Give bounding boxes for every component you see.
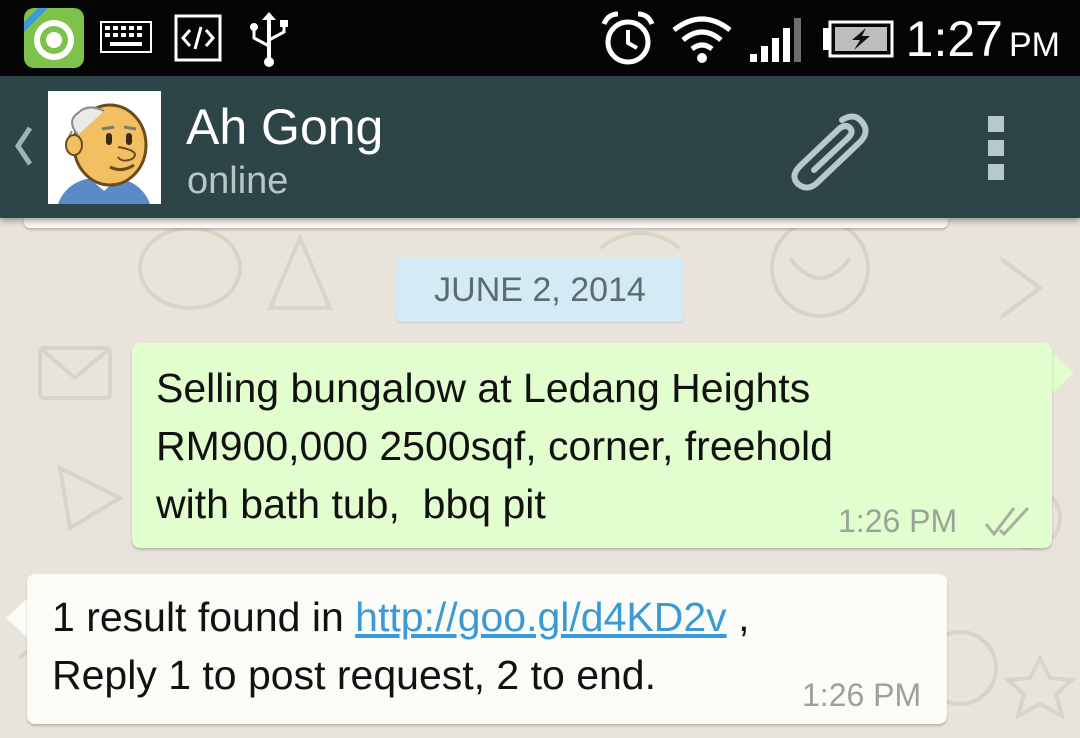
- message-text-prefix: 1 result found in: [52, 594, 356, 640]
- status-bar: 1:27 PM: [0, 0, 1080, 76]
- back-chevron-icon[interactable]: [8, 116, 38, 176]
- pro-app-icon: [24, 8, 84, 68]
- message-line: Reply 1 to post request, 2 to end.: [52, 652, 656, 698]
- incoming-message[interactable]: 1 result found in http://goo.gl/d4KD2v ,…: [27, 574, 947, 724]
- chat-header: Ah Gong online: [0, 76, 1080, 218]
- message-timestamp: 1:26 PM: [838, 503, 958, 539]
- wifi-icon: [672, 16, 732, 63]
- avatar[interactable]: [48, 91, 161, 204]
- keyboard-icon: [100, 21, 152, 53]
- message-line: Selling bungalow at Ledang Heights: [156, 365, 811, 411]
- code-icon: [174, 14, 222, 62]
- paperclip-icon[interactable]: [784, 110, 870, 194]
- outgoing-message-text: Selling bungalow at Ledang Heights RM900…: [156, 359, 833, 533]
- message-line: with bath tub, bbq pit: [156, 481, 546, 527]
- usb-icon: [250, 12, 288, 67]
- status-ampm: PM: [1009, 26, 1060, 64]
- previous-message-bubble: [24, 218, 948, 228]
- grandpa-avatar-icon: [48, 91, 161, 204]
- message-text-suffix: ,: [726, 594, 750, 640]
- signal-icon: [750, 18, 801, 62]
- message-line: RM900,000 2500sqf, corner, freehold: [156, 423, 833, 469]
- message-link[interactable]: http://goo.gl/d4KD2v: [355, 594, 727, 640]
- status-time: 1:27: [905, 11, 1003, 67]
- outgoing-message[interactable]: Selling bungalow at Ledang Heights RM900…: [132, 343, 1052, 548]
- overflow-menu-icon[interactable]: [985, 116, 1007, 180]
- status-clock: 1:27 PM: [906, 10, 1060, 68]
- contact-name[interactable]: Ah Gong: [186, 98, 383, 156]
- incoming-bubble-tail: [6, 598, 28, 638]
- alarm-icon: [601, 11, 655, 65]
- incoming-message-text: 1 result found in http://goo.gl/d4KD2v ,…: [52, 588, 749, 704]
- battery-charging-icon: [823, 20, 894, 58]
- message-timestamp: 1:26 PM: [802, 677, 922, 713]
- chat-area[interactable]: JUNE 2, 2014 Selling bungalow at Ledang …: [0, 218, 1080, 738]
- outgoing-bubble-tail: [1052, 353, 1074, 393]
- contact-status: online: [187, 160, 289, 202]
- double-check-icon: [984, 506, 1030, 536]
- date-divider: JUNE 2, 2014: [396, 258, 684, 322]
